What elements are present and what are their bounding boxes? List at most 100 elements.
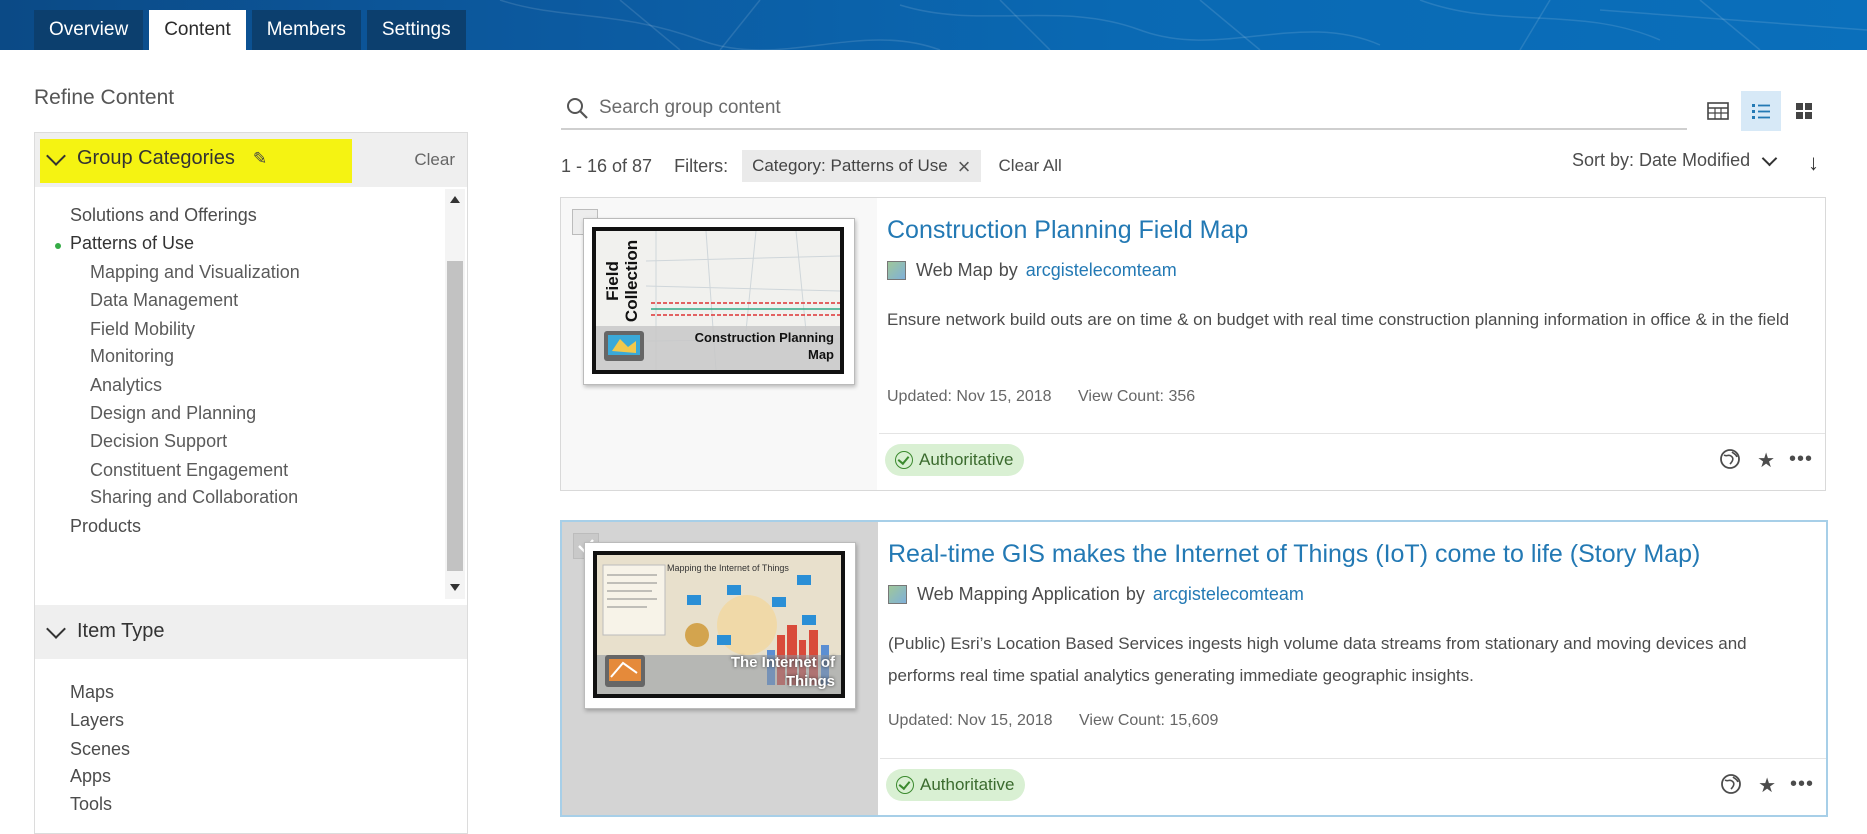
thumbnail-title-line2: Collection <box>622 239 642 323</box>
card-body: Real-time GIS makes the Internet of Thin… <box>880 522 1826 815</box>
selected-dot-icon <box>55 243 61 249</box>
list-view-icon <box>1752 104 1770 119</box>
scroll-up-arrow-icon[interactable] <box>450 196 460 203</box>
item-type-scenes[interactable]: Scenes <box>70 739 130 760</box>
star-icon[interactable]: ★ <box>1757 448 1775 473</box>
globe-icon[interactable] <box>1719 448 1741 476</box>
results-count: 1 - 16 of 87 <box>561 155 653 176</box>
sort-dropdown[interactable]: Sort by: Date Modified <box>1572 150 1781 171</box>
tab-settings[interactable]: Settings <box>366 10 466 50</box>
thumbnail-small-title: Mapping the Internet of Things <box>667 563 789 573</box>
card-body: Construction Planning Field Map Web Map … <box>879 198 1825 490</box>
pencil-icon[interactable]: ✎ <box>253 149 267 169</box>
owner-link[interactable]: arcgistelecomteam <box>1153 584 1304 605</box>
item-thumbnail[interactable]: Field Collection Construction Planning M… <box>583 218 855 385</box>
thumbnail-caption: Construction Planning Map <box>695 329 834 363</box>
scroll-down-arrow-icon[interactable] <box>450 584 460 591</box>
thumbnail-caption: The Internet of Things <box>731 653 835 691</box>
thumbnail-image: Field Collection Construction Planning M… <box>592 227 844 374</box>
thumbnail-caption-line2: Map <box>808 347 834 362</box>
thumbnail-area: Field Collection Construction Planning M… <box>561 198 877 490</box>
category-field-mobility[interactable]: Field Mobility <box>90 319 195 340</box>
refine-content-title: Refine Content <box>34 86 175 109</box>
thumbnail-caption-line1: The Internet of <box>730 654 835 671</box>
header-banner: Overview Content Members Settings <box>0 0 1867 50</box>
sort-direction-arrow-icon[interactable]: ↓ <box>1808 150 1819 176</box>
search-bar <box>561 88 1687 130</box>
updated-date: Updated: Nov 15, 2018 <box>887 388 1052 405</box>
group-categories-toggle[interactable]: Group Categories ✎ <box>46 145 267 170</box>
item-meta: Web Mapping Application by arcgistelecom… <box>888 584 1304 605</box>
tab-members[interactable]: Members <box>251 10 361 50</box>
web-map-icon <box>887 261 906 280</box>
category-products[interactable]: Products <box>70 516 141 537</box>
results-bar: 1 - 16 of 87 Filters: Category: Patterns… <box>561 149 1062 183</box>
thumbnail-image: Mapping the Internet of Things The Inter… <box>593 551 845 698</box>
tab-content[interactable]: Content <box>149 10 246 50</box>
close-icon[interactable]: × <box>958 155 971 177</box>
web-app-icon <box>888 585 907 604</box>
card-footer: Authoritative ★ ••• <box>880 758 1826 815</box>
thumbnail-title: Field Collection <box>602 239 642 323</box>
filter-panel: Group Categories ✎ Clear Solutions and O… <box>34 132 468 834</box>
thumbnail-title-line1: Field <box>603 261 623 301</box>
content-item-card: Mapping the Internet of Things The Inter… <box>560 520 1828 817</box>
chevron-down-icon <box>46 145 66 166</box>
table-view-button[interactable] <box>1698 91 1738 131</box>
category-data-management[interactable]: Data Management <box>90 290 238 311</box>
item-description: (Public) Esri’s Location Based Services … <box>888 634 1747 685</box>
item-type-toggle[interactable]: Item Type <box>46 618 165 643</box>
grid-view-button[interactable] <box>1784 91 1824 131</box>
list-view-button[interactable] <box>1741 91 1781 131</box>
category-mapping-and-visualization[interactable]: Mapping and Visualization <box>90 262 300 283</box>
view-count: View Count: 15,609 <box>1079 712 1219 729</box>
item-type: Web Mapping Application <box>917 584 1120 604</box>
group-categories-label: Group Categories <box>77 147 235 169</box>
more-options-icon[interactable]: ••• <box>1790 773 1814 796</box>
owner-link[interactable]: arcgistelecomteam <box>1026 260 1177 281</box>
sort-label: Sort by: Date Modified <box>1572 150 1751 170</box>
item-type-layers[interactable]: Layers <box>70 710 124 731</box>
group-categories-header: Group Categories ✎ Clear <box>35 133 467 187</box>
filter-chip-label: Category: Patterns of Use <box>752 156 948 175</box>
authoritative-badge: Authoritative <box>885 444 1024 476</box>
search-icon <box>567 98 588 119</box>
scroll-thumb[interactable] <box>447 261 463 571</box>
clear-categories-link[interactable]: Clear <box>414 150 455 170</box>
item-type-apps[interactable]: Apps <box>70 766 111 787</box>
thumbnail-area: Mapping the Internet of Things The Inter… <box>562 522 878 815</box>
item-type-label: Item Type <box>77 620 165 642</box>
item-stats: Updated: Nov 15, 2018 View Count: 15,609 <box>888 712 1218 730</box>
thumbnail-caption-line1: Construction Planning <box>694 330 834 345</box>
chevron-down-icon <box>1761 150 1778 166</box>
more-options-icon[interactable]: ••• <box>1789 448 1813 471</box>
filter-chip[interactable]: Category: Patterns of Use × <box>742 150 981 182</box>
category-solutions-and-offerings[interactable]: Solutions and Offerings <box>70 205 257 226</box>
updated-date: Updated: Nov 15, 2018 <box>888 712 1053 729</box>
category-decision-support[interactable]: Decision Support <box>90 431 227 452</box>
content-item-card: Field Collection Construction Planning M… <box>560 197 1826 491</box>
item-stats: Updated: Nov 15, 2018 View Count: 356 <box>887 388 1195 406</box>
tab-overview[interactable]: Overview <box>34 10 144 50</box>
view-count: View Count: 356 <box>1078 388 1196 405</box>
item-thumbnail[interactable]: Mapping the Internet of Things The Inter… <box>584 542 856 709</box>
item-meta: Web Map by arcgistelecomteam <box>887 260 1177 281</box>
globe-icon[interactable] <box>1720 773 1742 801</box>
grid-view-icon <box>1796 103 1812 119</box>
star-icon[interactable]: ★ <box>1758 773 1776 798</box>
item-title-link[interactable]: Construction Planning Field Map <box>887 216 1248 245</box>
category-patterns-of-use[interactable]: Patterns of Use <box>70 233 194 254</box>
category-analytics[interactable]: Analytics <box>90 375 162 396</box>
item-title-link[interactable]: Real-time GIS makes the Internet of Thin… <box>888 540 1700 569</box>
check-circle-icon <box>895 451 913 469</box>
category-design-and-planning[interactable]: Design and Planning <box>90 403 256 424</box>
category-constituent-engagement[interactable]: Constituent Engagement <box>90 460 288 481</box>
clear-all-link[interactable]: Clear All <box>999 156 1062 176</box>
item-by: by <box>998 260 1018 280</box>
item-type-tools[interactable]: Tools <box>70 794 112 815</box>
category-monitoring[interactable]: Monitoring <box>90 346 174 367</box>
category-scrollbar[interactable] <box>445 189 465 599</box>
item-type-maps[interactable]: Maps <box>70 682 114 703</box>
search-input[interactable] <box>597 92 1651 124</box>
category-sharing-and-collaboration[interactable]: Sharing and Collaboration <box>90 487 298 508</box>
